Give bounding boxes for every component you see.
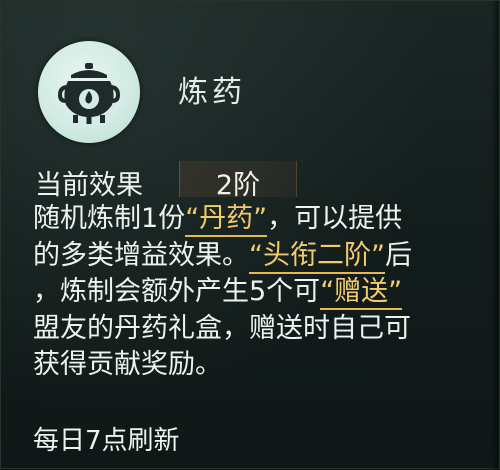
highlight-keyword: “头衔二阶” bbox=[249, 239, 385, 274]
description-text: ，炼制会额外产生5个可 bbox=[33, 276, 321, 307]
description-line: ，炼制会额外产生5个可“赠送” bbox=[33, 274, 483, 311]
description-text: 后 bbox=[384, 239, 412, 271]
cauldron-icon bbox=[38, 41, 140, 143]
current-effect-label: 当前效果 bbox=[35, 170, 143, 201]
skill-description: 随机炼制1份“丹药”，可以提供 的多类增益效果。“头衔二阶”后 ，炼制会额外产生… bbox=[33, 201, 483, 384]
refresh-time-text: 每日7点刷新 bbox=[33, 426, 180, 456]
description-text: ，可以提供 bbox=[267, 203, 403, 234]
highlight-keyword: “丹药” bbox=[185, 203, 268, 237]
level-badge: 2阶 bbox=[179, 161, 297, 201]
skill-tooltip-panel: 炼药 当前效果 2阶 随机炼制1份“丹药”，可以提供 的多类增益效果。“头衔二阶… bbox=[0, 0, 500, 470]
description-text: 的多类增益效果。 bbox=[33, 239, 249, 271]
panel-edge-shadow bbox=[491, 1, 499, 470]
description-line: 的多类增益效果。“头衔二阶”后 bbox=[33, 238, 483, 275]
description-line: 随机炼制1份“丹药”，可以提供 bbox=[33, 201, 483, 238]
highlight-keyword: “赠送” bbox=[320, 276, 403, 310]
description-text: 随机炼制1份 bbox=[33, 203, 186, 234]
description-line: 获得贡献奖励。 bbox=[33, 349, 222, 380]
skill-title: 炼药 bbox=[178, 75, 246, 110]
level-value: 2阶 bbox=[215, 170, 261, 201]
description-line: 盟友的丹药礼盒，赠送时自己可 bbox=[33, 312, 411, 344]
